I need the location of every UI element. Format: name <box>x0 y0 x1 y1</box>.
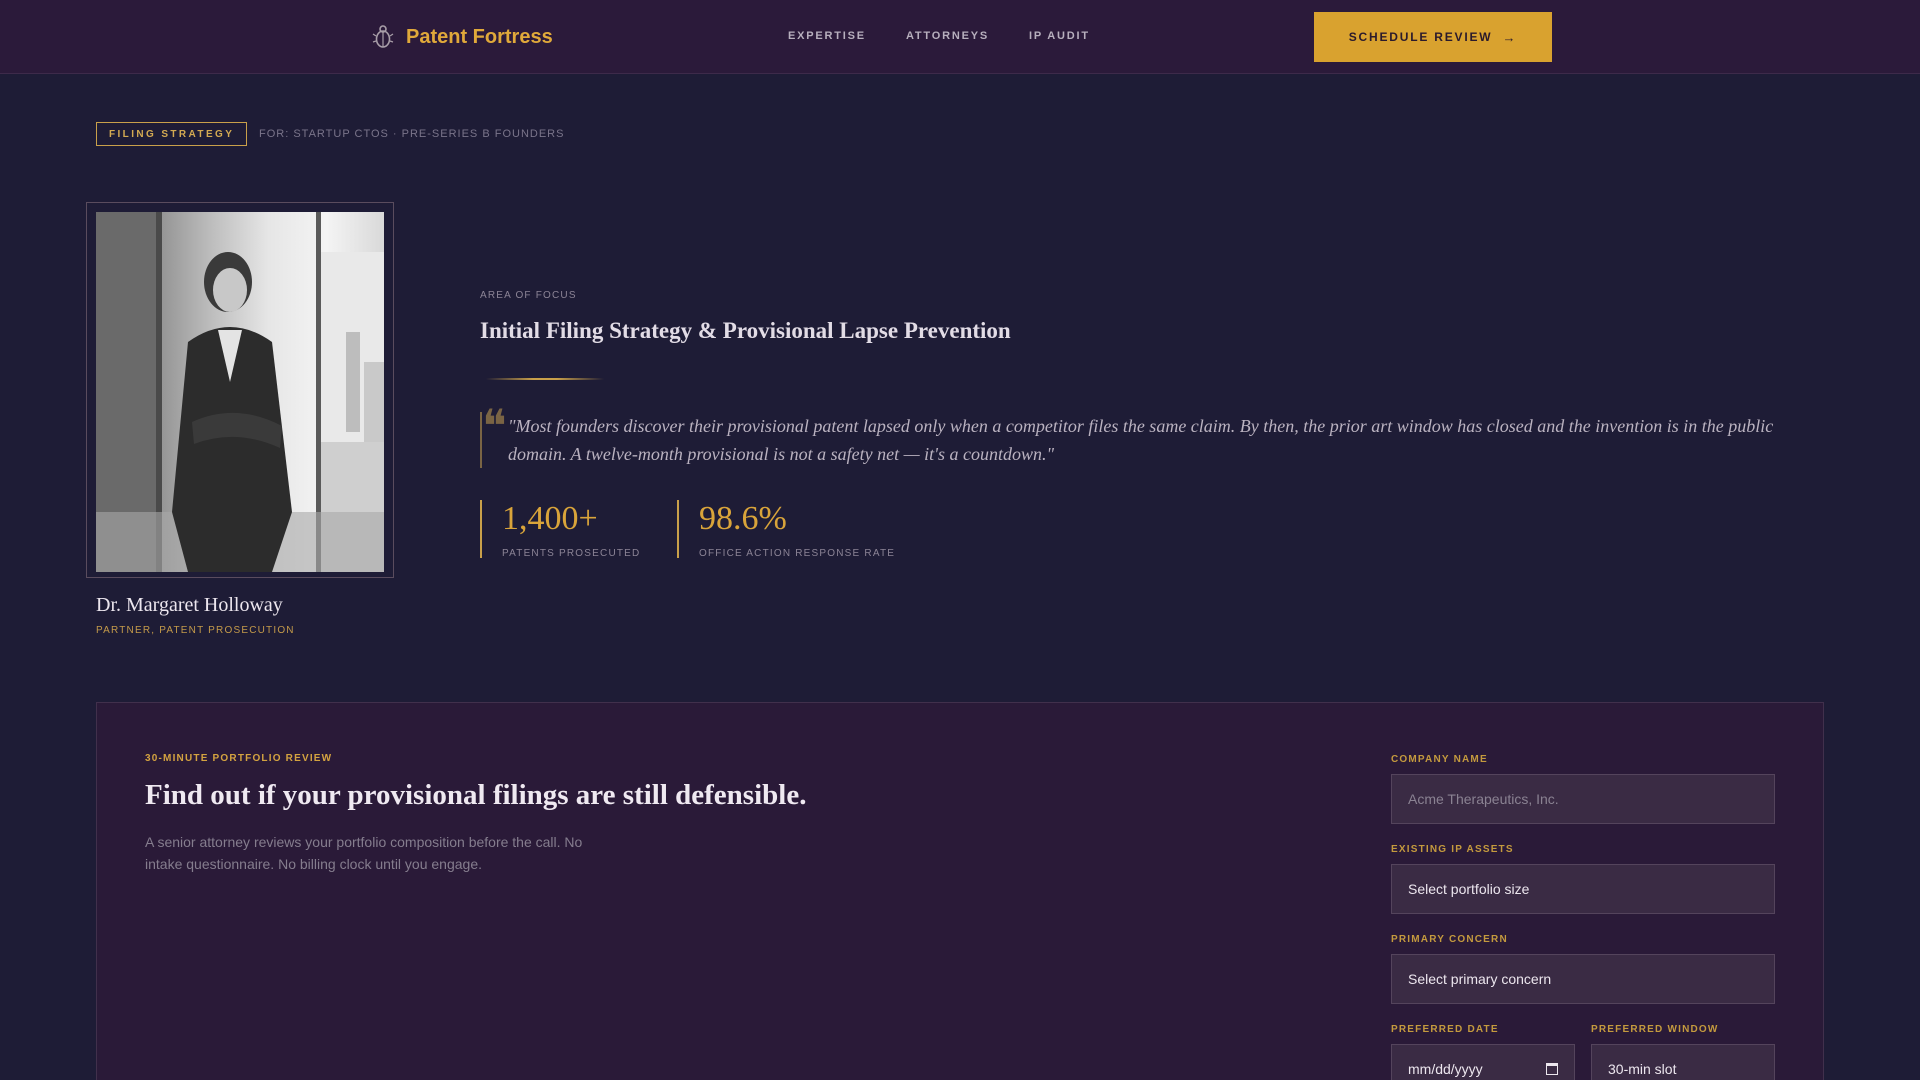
filing-strategy-tag: FILING STRATEGY <box>96 122 248 146</box>
company-name-input[interactable] <box>1391 774 1775 824</box>
focus-title: Initial Filing Strategy & Provisional La… <box>480 318 1011 343</box>
panel-title: Find out if your provisional filings are… <box>145 779 807 811</box>
preferred-window-select[interactable]: 30-min slot <box>1591 1044 1775 1080</box>
quote-mark-icon: ❝ <box>482 401 507 452</box>
brand-logo[interactable]: Patent Fortress <box>372 23 553 51</box>
calendar-icon[interactable] <box>1546 1063 1558 1075</box>
preferred-date-value: mm/dd/yyyy <box>1408 1061 1483 1077</box>
primary-concern-select[interactable]: Select primary concern <box>1391 954 1775 1004</box>
gold-divider <box>486 378 604 380</box>
ip-assets-label: EXISTING IP ASSETS <box>1391 844 1514 855</box>
panel-description: A senior attorney reviews your portfolio… <box>145 834 583 872</box>
attorney-photo-illustration <box>96 212 384 572</box>
nav-ip-audit[interactable]: IP AUDIT <box>1029 30 1090 42</box>
attorney-portrait-frame <box>86 202 394 578</box>
ip-assets-select[interactable]: Select portfolio size <box>1391 864 1775 914</box>
main-nav: EXPERTISE ATTORNEYS IP AUDIT <box>788 30 1090 42</box>
quote-text: "Most founders discover their provisiona… <box>508 416 1774 464</box>
stat-patents: 1,400+ PATENTS PROSECUTED <box>480 500 641 559</box>
arrow-right-icon: → <box>1502 29 1518 45</box>
primary-concern-value: Select primary concern <box>1408 971 1552 987</box>
stat-label: PATENTS PROSECUTED <box>502 548 641 559</box>
schedule-review-label: SCHEDULE REVIEW <box>1348 30 1493 44</box>
site-header: Patent Fortress EXPERTISE ATTORNEYS IP A… <box>0 0 1920 74</box>
focus-label: AREA OF FOCUS <box>480 290 577 301</box>
attorney-role: PARTNER, PATENT PROSECUTION <box>96 625 295 636</box>
portfolio-review-panel: 30-MINUTE PORTFOLIO REVIEW Find out if y… <box>96 702 1824 1080</box>
stat-label: OFFICE ACTION RESPONSE RATE <box>699 548 896 559</box>
ip-assets-value: Select portfolio size <box>1408 881 1530 897</box>
stat-value: 98.6% <box>699 500 787 537</box>
preferred-window-label: PREFERRED WINDOW <box>1591 1024 1719 1035</box>
brand-name: Patent Fortress <box>406 25 553 48</box>
primary-concern-label: PRIMARY CONCERN <box>1391 934 1508 945</box>
schedule-review-button[interactable]: SCHEDULE REVIEW → <box>1314 12 1552 62</box>
stat-value: 1,400+ <box>502 500 598 537</box>
audience-note: FOR: STARTUP CTOS · PRE-SERIES B FOUNDER… <box>259 128 565 140</box>
preferred-date-label: PREFERRED DATE <box>1391 1024 1499 1035</box>
preferred-window-value: 30-min slot <box>1608 1061 1677 1077</box>
nav-expertise[interactable]: EXPERTISE <box>788 30 866 42</box>
attorney-name: Dr. Margaret Holloway <box>96 594 283 616</box>
nav-attorneys[interactable]: ATTORNEYS <box>906 30 989 42</box>
attorney-quote: ❝ "Most founders discover their provisio… <box>480 404 1780 468</box>
stat-response-rate: 98.6% OFFICE ACTION RESPONSE RATE <box>677 500 896 559</box>
beetle-icon <box>372 25 394 48</box>
company-name-label: COMPANY NAME <box>1391 754 1488 765</box>
preferred-date-input[interactable]: mm/dd/yyyy <box>1391 1044 1575 1080</box>
attorney-portrait <box>96 212 384 572</box>
panel-eyebrow: 30-MINUTE PORTFOLIO REVIEW <box>145 753 333 764</box>
